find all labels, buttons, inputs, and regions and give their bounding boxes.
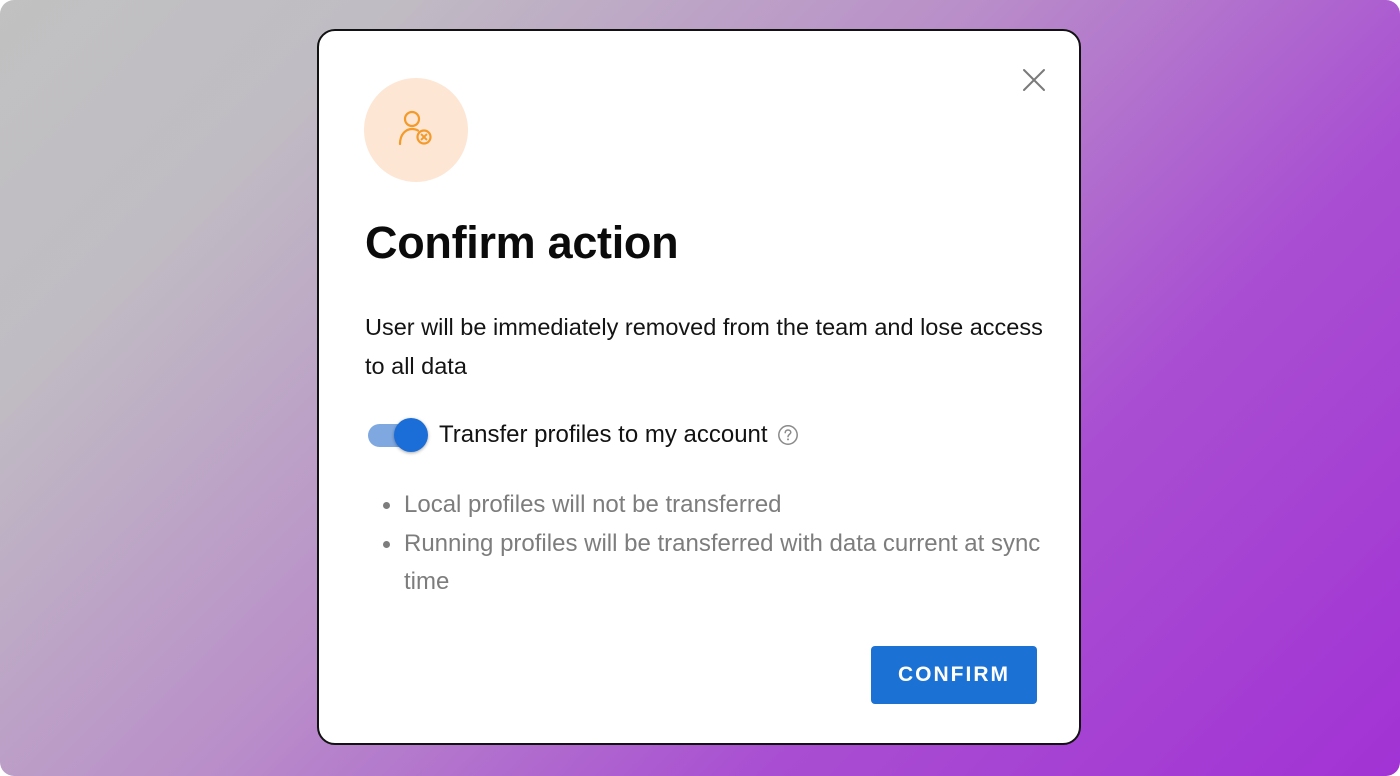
help-circle-icon[interactable] [777,424,799,446]
note-item: Local profiles will not be transferred [373,486,1073,525]
transfer-profiles-row: Transfer profiles to my account [366,417,799,453]
toggle-thumb [394,418,428,452]
notes-list: Local profiles will not be transferred R… [373,486,1073,602]
dialog-description: User will be immediately removed from th… [365,314,1043,379]
confirm-dialog: Confirm action User will be immediately … [317,29,1081,745]
dialog-title: Confirm action [365,217,679,268]
bullet [383,540,390,548]
note-item: Running profiles will be transferred wit… [373,525,1073,602]
backdrop: Confirm action User will be immediately … [0,0,1400,776]
confirm-button[interactable]: CONFIRM [871,646,1037,704]
note-text: Running profiles will be transferred wit… [404,529,1041,596]
header-icon-badge [364,78,468,182]
close-icon [1023,69,1045,91]
close-button[interactable] [1019,65,1049,95]
bullet [383,502,390,509]
user-remove-icon [398,110,432,146]
transfer-profiles-toggle[interactable] [366,417,430,453]
note-text: Local profiles will not be transferred [404,491,782,518]
toggle-label: Transfer profiles to my account [439,421,768,448]
